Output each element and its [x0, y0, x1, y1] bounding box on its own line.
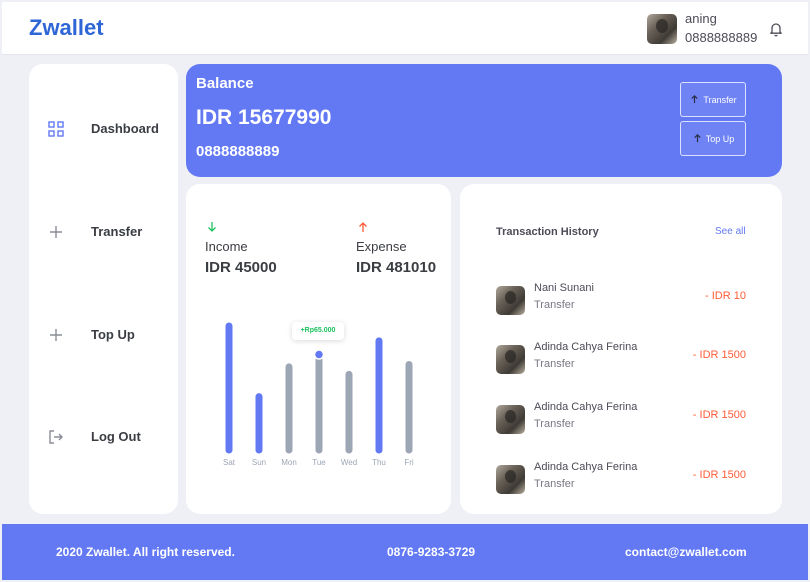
chart-tick-label: Sat — [223, 458, 236, 467]
transaction-type: Transfer — [534, 418, 575, 430]
topup-button[interactable]: Top Up — [680, 121, 746, 156]
chart-tick-label: Wed — [341, 458, 357, 467]
transaction-row[interactable]: Adinda Cahya Ferina Transfer - IDR 1500 — [496, 461, 748, 497]
chart-tick-label: Fri — [404, 458, 414, 467]
transfer-button-label: Transfer — [703, 94, 737, 105]
plus-icon — [50, 329, 62, 341]
sidebar-item-label: Dashboard — [91, 121, 159, 136]
top-header: Zwallet aning 0888888889 — [2, 2, 808, 55]
balance-title: Balance — [196, 75, 254, 92]
transaction-row[interactable]: Adinda Cahya Ferina Transfer - IDR 1500 — [496, 401, 748, 437]
balance-card: Balance IDR 15677990 0888888889 Transfer… — [186, 64, 782, 177]
weekly-bar-chart: Sat Sun Mon Tue Wed Thu Fri — [223, 322, 414, 467]
plus-icon — [50, 226, 62, 238]
bell-icon[interactable] — [768, 21, 784, 37]
sidebar-item-label: Top Up — [91, 327, 135, 342]
sidebar-item-topup[interactable]: Top Up — [47, 322, 172, 348]
chart-tick-label: Tue — [312, 458, 326, 467]
chart-tick-label: Sun — [252, 458, 266, 467]
user-avatar[interactable] — [647, 14, 677, 44]
chart-selected-marker — [313, 349, 325, 360]
sidebar-item-label: Log Out — [91, 429, 141, 444]
sidebar: Dashboard Transfer Top Up Log Out — [29, 64, 178, 514]
balance-amount: IDR 15677990 — [196, 106, 332, 129]
footer: 2020 Zwallet. All right reserved. 0876-9… — [2, 524, 808, 580]
stats-card: Income IDR 45000 Expense IDR 481010 Sat S… — [186, 184, 451, 514]
transaction-name: Adinda Cahya Ferina — [534, 401, 638, 413]
chart-tooltip: +Rp65.000 — [292, 322, 344, 340]
transaction-amount: - IDR 10 — [705, 290, 746, 302]
transaction-amount: - IDR 1500 — [692, 409, 746, 421]
transaction-type: Transfer — [534, 299, 575, 311]
grid-icon — [48, 121, 64, 137]
sidebar-item-logout[interactable]: Log Out — [47, 424, 172, 450]
sidebar-item-dashboard[interactable]: Dashboard — [47, 116, 172, 142]
transaction-name: Nani Sunani — [534, 282, 594, 294]
chart-tick-label: Thu — [372, 458, 386, 467]
transaction-row[interactable]: Adinda Cahya Ferina Transfer - IDR 1500 — [496, 341, 748, 377]
user-name: aning — [685, 11, 717, 26]
see-all-link[interactable]: See all — [715, 226, 746, 237]
arrow-up-icon — [691, 94, 699, 104]
sidebar-item-label: Transfer — [91, 224, 143, 239]
transaction-amount: - IDR 1500 — [692, 469, 746, 481]
footer-email[interactable]: contact@zwallet.com — [625, 545, 747, 559]
sidebar-item-transfer[interactable]: Transfer — [47, 219, 172, 245]
transaction-row[interactable]: Nani Sunani Transfer - IDR 10 — [496, 282, 748, 318]
avatar — [496, 286, 525, 315]
user-phone: 0888888889 — [685, 30, 758, 45]
app-logo[interactable]: Zwallet — [29, 15, 104, 41]
chart-tick-label: Mon — [281, 458, 297, 467]
transaction-history-card: Transaction History See all Nani Sunani … — [460, 184, 782, 514]
transaction-type: Transfer — [534, 478, 575, 490]
transaction-type: Transfer — [534, 358, 575, 370]
avatar — [496, 405, 525, 434]
transaction-name: Adinda Cahya Ferina — [534, 461, 638, 473]
arrow-up-icon — [694, 133, 701, 143]
transfer-button[interactable]: Transfer — [680, 82, 746, 117]
balance-phone: 0888888889 — [196, 143, 280, 160]
transaction-name: Adinda Cahya Ferina — [534, 341, 638, 353]
logout-icon — [49, 430, 63, 444]
avatar — [496, 465, 525, 494]
topup-button-label: Top Up — [705, 133, 735, 144]
footer-phone: 0876-9283-3729 — [387, 545, 476, 559]
history-title: Transaction History — [496, 226, 599, 238]
transaction-amount: - IDR 1500 — [692, 349, 746, 361]
footer-copyright: 2020 Zwallet. All right reserved. — [56, 545, 235, 559]
avatar — [496, 345, 525, 374]
